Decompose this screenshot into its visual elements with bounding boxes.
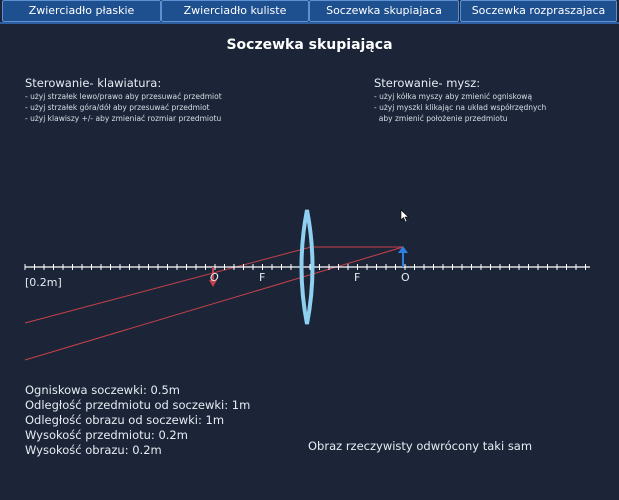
axis-scale-label: [0.2m] (25, 276, 62, 289)
object-point-label: O (401, 271, 410, 284)
mouse-cursor-icon (400, 209, 410, 223)
object-distance-info: Odległość przedmiotu od soczewki: 1m (25, 398, 251, 412)
image-height-info: Wysokość obrazu: 0.2m (25, 443, 162, 457)
central-ray (24, 246, 404, 361)
image-point-label: O (210, 271, 219, 284)
image-type-result: Obraz rzeczywisty odwrócony taki sam (308, 439, 533, 453)
focal-point-left-label: F (259, 271, 265, 284)
object-height-info: Wysokość przedmiotu: 0.2m (25, 428, 188, 442)
focal-length-info: Ogniskowa soczewki: 0.5m (25, 383, 180, 397)
light-rays (24, 246, 404, 361)
image-distance-info: Odległość obrazu od soczewki: 1m (25, 413, 225, 427)
refracted-ray (24, 246, 312, 324)
focal-point-right-label: F (354, 271, 360, 284)
